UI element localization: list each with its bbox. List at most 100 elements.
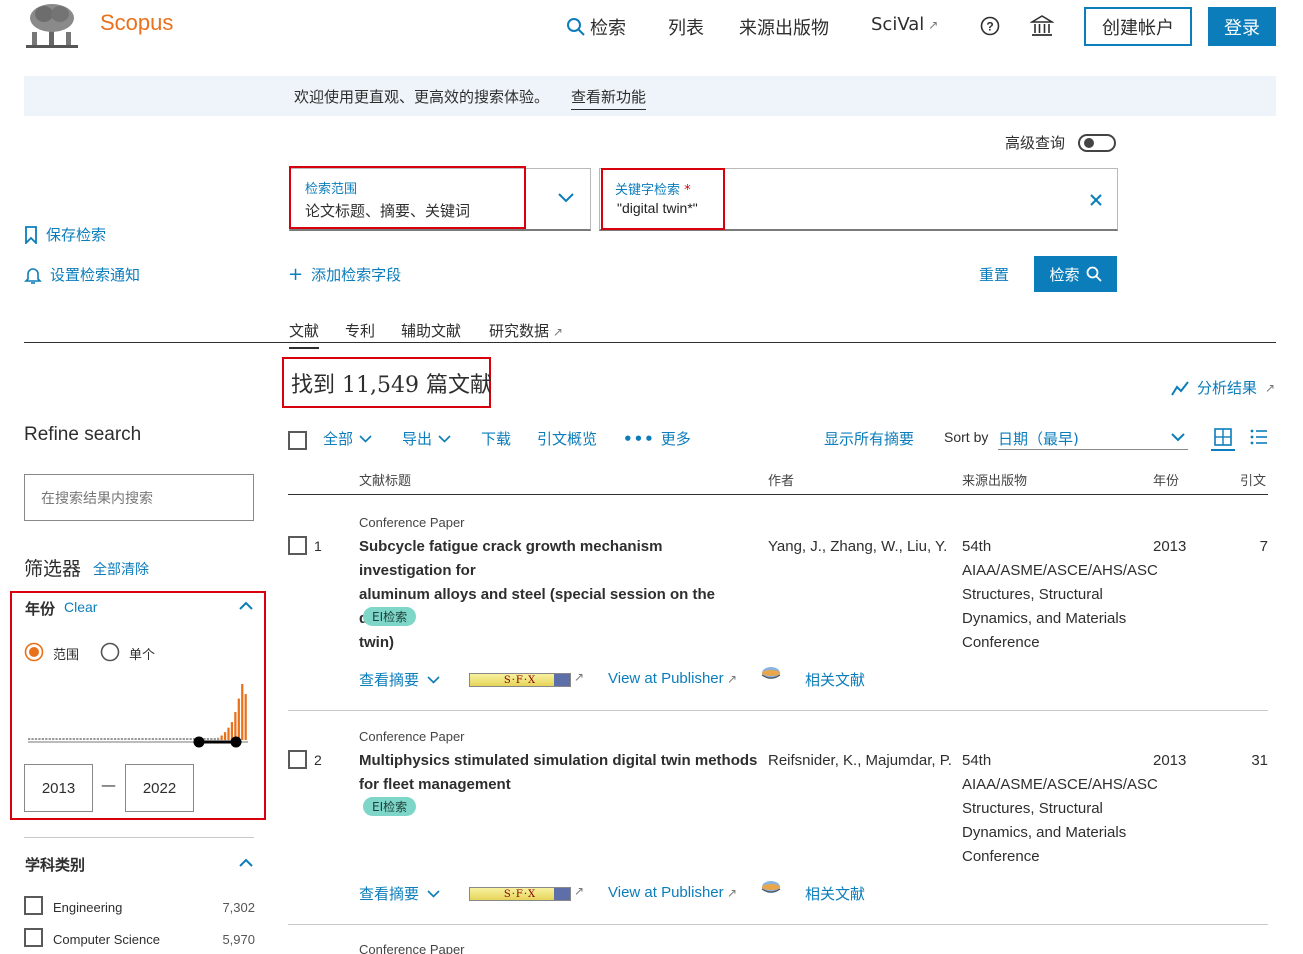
- export-label: 导出: [402, 430, 433, 448]
- tab-secondary-documents[interactable]: 辅助文献: [401, 320, 461, 341]
- subject-checkbox-computer-science[interactable]: [24, 928, 43, 947]
- nav-scival-label: SciVal: [871, 14, 925, 35]
- authors-link[interactable]: Yang, J., Zhang, W., Liu, Y.: [768, 538, 947, 555]
- nav-search[interactable]: 检索: [566, 14, 626, 40]
- source-title-link[interactable]: 54th AIAA/ASME/ASCE/AHS/ASC Structures, …: [962, 749, 1158, 869]
- set-alert-link[interactable]: 设置检索通知: [24, 264, 140, 285]
- year-range-label: 范围: [53, 648, 80, 663]
- subject-label-computer-science: Computer Science: [53, 932, 160, 947]
- banner-whats-new-link[interactable]: 查看新功能: [571, 86, 647, 110]
- related-documents-link[interactable]: 相关文献: [805, 669, 865, 690]
- column-header-citations[interactable]: 引文: [1240, 470, 1266, 489]
- year-single-radio[interactable]: [100, 642, 120, 662]
- sort-value: 日期（最早): [998, 430, 1079, 448]
- row-divider: [288, 924, 1268, 925]
- tab-patents[interactable]: 专利: [345, 320, 375, 341]
- view-at-publisher-link[interactable]: View at Publisher ↗: [608, 884, 737, 901]
- histogram-bar: [113, 738, 117, 740]
- histogram-bar: [151, 738, 154, 740]
- advanced-query-toggle[interactable]: [1078, 134, 1116, 152]
- year-to-input[interactable]: 2022: [125, 764, 194, 812]
- nav-sources[interactable]: 来源出版物: [739, 14, 829, 40]
- related-documents-link[interactable]: 相关文献: [805, 883, 865, 904]
- chevron-down-icon: [359, 434, 372, 443]
- citation-overview-button[interactable]: 引文概览: [537, 428, 597, 449]
- column-header-year[interactable]: 年份: [1153, 470, 1179, 489]
- elsevier-logo[interactable]: [24, 2, 80, 50]
- table-view-button[interactable]: [1211, 425, 1235, 451]
- tab-documents[interactable]: 文献: [289, 320, 320, 349]
- help-icon[interactable]: ?: [980, 16, 1000, 36]
- scopus-brand[interactable]: Scopus: [100, 10, 173, 36]
- external-link-icon: ↗: [549, 325, 563, 339]
- column-header-authors[interactable]: 作者: [768, 470, 794, 489]
- chevron-down-icon: [427, 675, 440, 684]
- document-title-link[interactable]: Multiphysics stimulated simulation digit…: [359, 749, 759, 797]
- institution-icon[interactable]: [1030, 14, 1054, 38]
- histogram-bar: [179, 738, 182, 740]
- chevron-down-icon[interactable]: [557, 192, 575, 204]
- authors-link[interactable]: Reifsnider, K., Majumdar, P.: [768, 752, 952, 769]
- histogram-bar: [55, 738, 58, 740]
- external-link-icon: ↗: [574, 884, 585, 898]
- document-title-link[interactable]: Subcycle fatigue crack growth mechanism …: [359, 535, 759, 655]
- row-checkbox[interactable]: [288, 536, 307, 555]
- search-icon: [566, 17, 586, 37]
- tab-research-data[interactable]: 研究数据 ↗: [489, 320, 563, 341]
- sfx-link-button[interactable]: S·F·X: [469, 673, 571, 687]
- keyword-value[interactable]: "digital twin*": [617, 200, 698, 216]
- more-label: 更多: [660, 430, 691, 448]
- histogram-bar: [86, 738, 89, 740]
- more-button[interactable]: ••• 更多: [623, 428, 691, 449]
- ei-badge: EI检索: [363, 607, 417, 626]
- external-link-icon: ↗: [723, 672, 738, 686]
- clear-search-icon[interactable]: [1089, 193, 1103, 207]
- select-all-checkbox[interactable]: [288, 431, 307, 450]
- source-line: Dynamics, and Materials: [962, 610, 1127, 627]
- year-filter-title: 年份: [25, 600, 56, 618]
- show-all-abstracts-button[interactable]: 显示所有摘要: [824, 428, 914, 449]
- nav-lists[interactable]: 列表: [668, 14, 704, 40]
- source-line: Structures, Structural: [962, 586, 1103, 603]
- export-dropdown[interactable]: 导出: [402, 428, 451, 449]
- year-range-radio[interactable]: [24, 642, 44, 662]
- source-title-link[interactable]: 54th AIAA/ASME/ASCE/AHS/ASC Structures, …: [962, 535, 1158, 655]
- year-clear-link[interactable]: Clear: [64, 599, 97, 615]
- subject-checkbox-engineering[interactable]: [24, 896, 43, 915]
- column-header-title[interactable]: 文献标题: [359, 470, 411, 489]
- source-line: 54th: [962, 752, 992, 769]
- save-search-link[interactable]: 保存检索: [24, 224, 106, 245]
- year-from-input[interactable]: 2013: [24, 764, 93, 812]
- nav-scival[interactable]: SciVal ↗: [871, 14, 938, 35]
- title-line: for fleet management: [359, 776, 511, 793]
- list-view-button[interactable]: [1250, 429, 1268, 445]
- add-search-field-button[interactable]: + 添加检索字段: [288, 264, 401, 285]
- analyze-results-link[interactable]: 分析结果 ↗: [1171, 377, 1275, 398]
- histogram-bar: [100, 738, 103, 740]
- download-button[interactable]: 下载: [481, 428, 511, 449]
- year-slider-handle[interactable]: [193, 736, 205, 748]
- select-all-dropdown[interactable]: 全部: [323, 428, 372, 449]
- header-divider: [288, 494, 1268, 495]
- view-abstract-button[interactable]: 查看摘要: [359, 669, 440, 690]
- view-abstract-button[interactable]: 查看摘要: [359, 883, 440, 904]
- create-account-button[interactable]: 创建帐户: [1084, 7, 1192, 46]
- view-at-publisher-link[interactable]: View at Publisher ↗: [608, 670, 737, 687]
- histogram-bar: [237, 698, 240, 740]
- row-checkbox[interactable]: [288, 750, 307, 769]
- login-button[interactable]: 登录: [1208, 7, 1276, 46]
- column-header-source[interactable]: 来源出版物: [962, 470, 1027, 489]
- sort-select[interactable]: 日期（最早): [998, 426, 1188, 450]
- refine-search-input[interactable]: 在搜索结果内搜索: [24, 474, 254, 521]
- histogram-bar: [141, 738, 144, 740]
- histogram-bar: [103, 738, 106, 740]
- chevron-up-icon[interactable]: [238, 601, 254, 611]
- citation-count[interactable]: 7: [1218, 538, 1268, 555]
- year-slider-handle[interactable]: [230, 736, 242, 748]
- chevron-up-icon[interactable]: [238, 858, 254, 868]
- clear-all-filters-link[interactable]: 全部清除: [93, 559, 149, 579]
- sfx-link-button[interactable]: S·F·X: [469, 887, 571, 901]
- search-submit-button[interactable]: 检索: [1034, 256, 1117, 292]
- citation-count[interactable]: 31: [1218, 752, 1268, 769]
- reset-button[interactable]: 重置: [979, 264, 1009, 285]
